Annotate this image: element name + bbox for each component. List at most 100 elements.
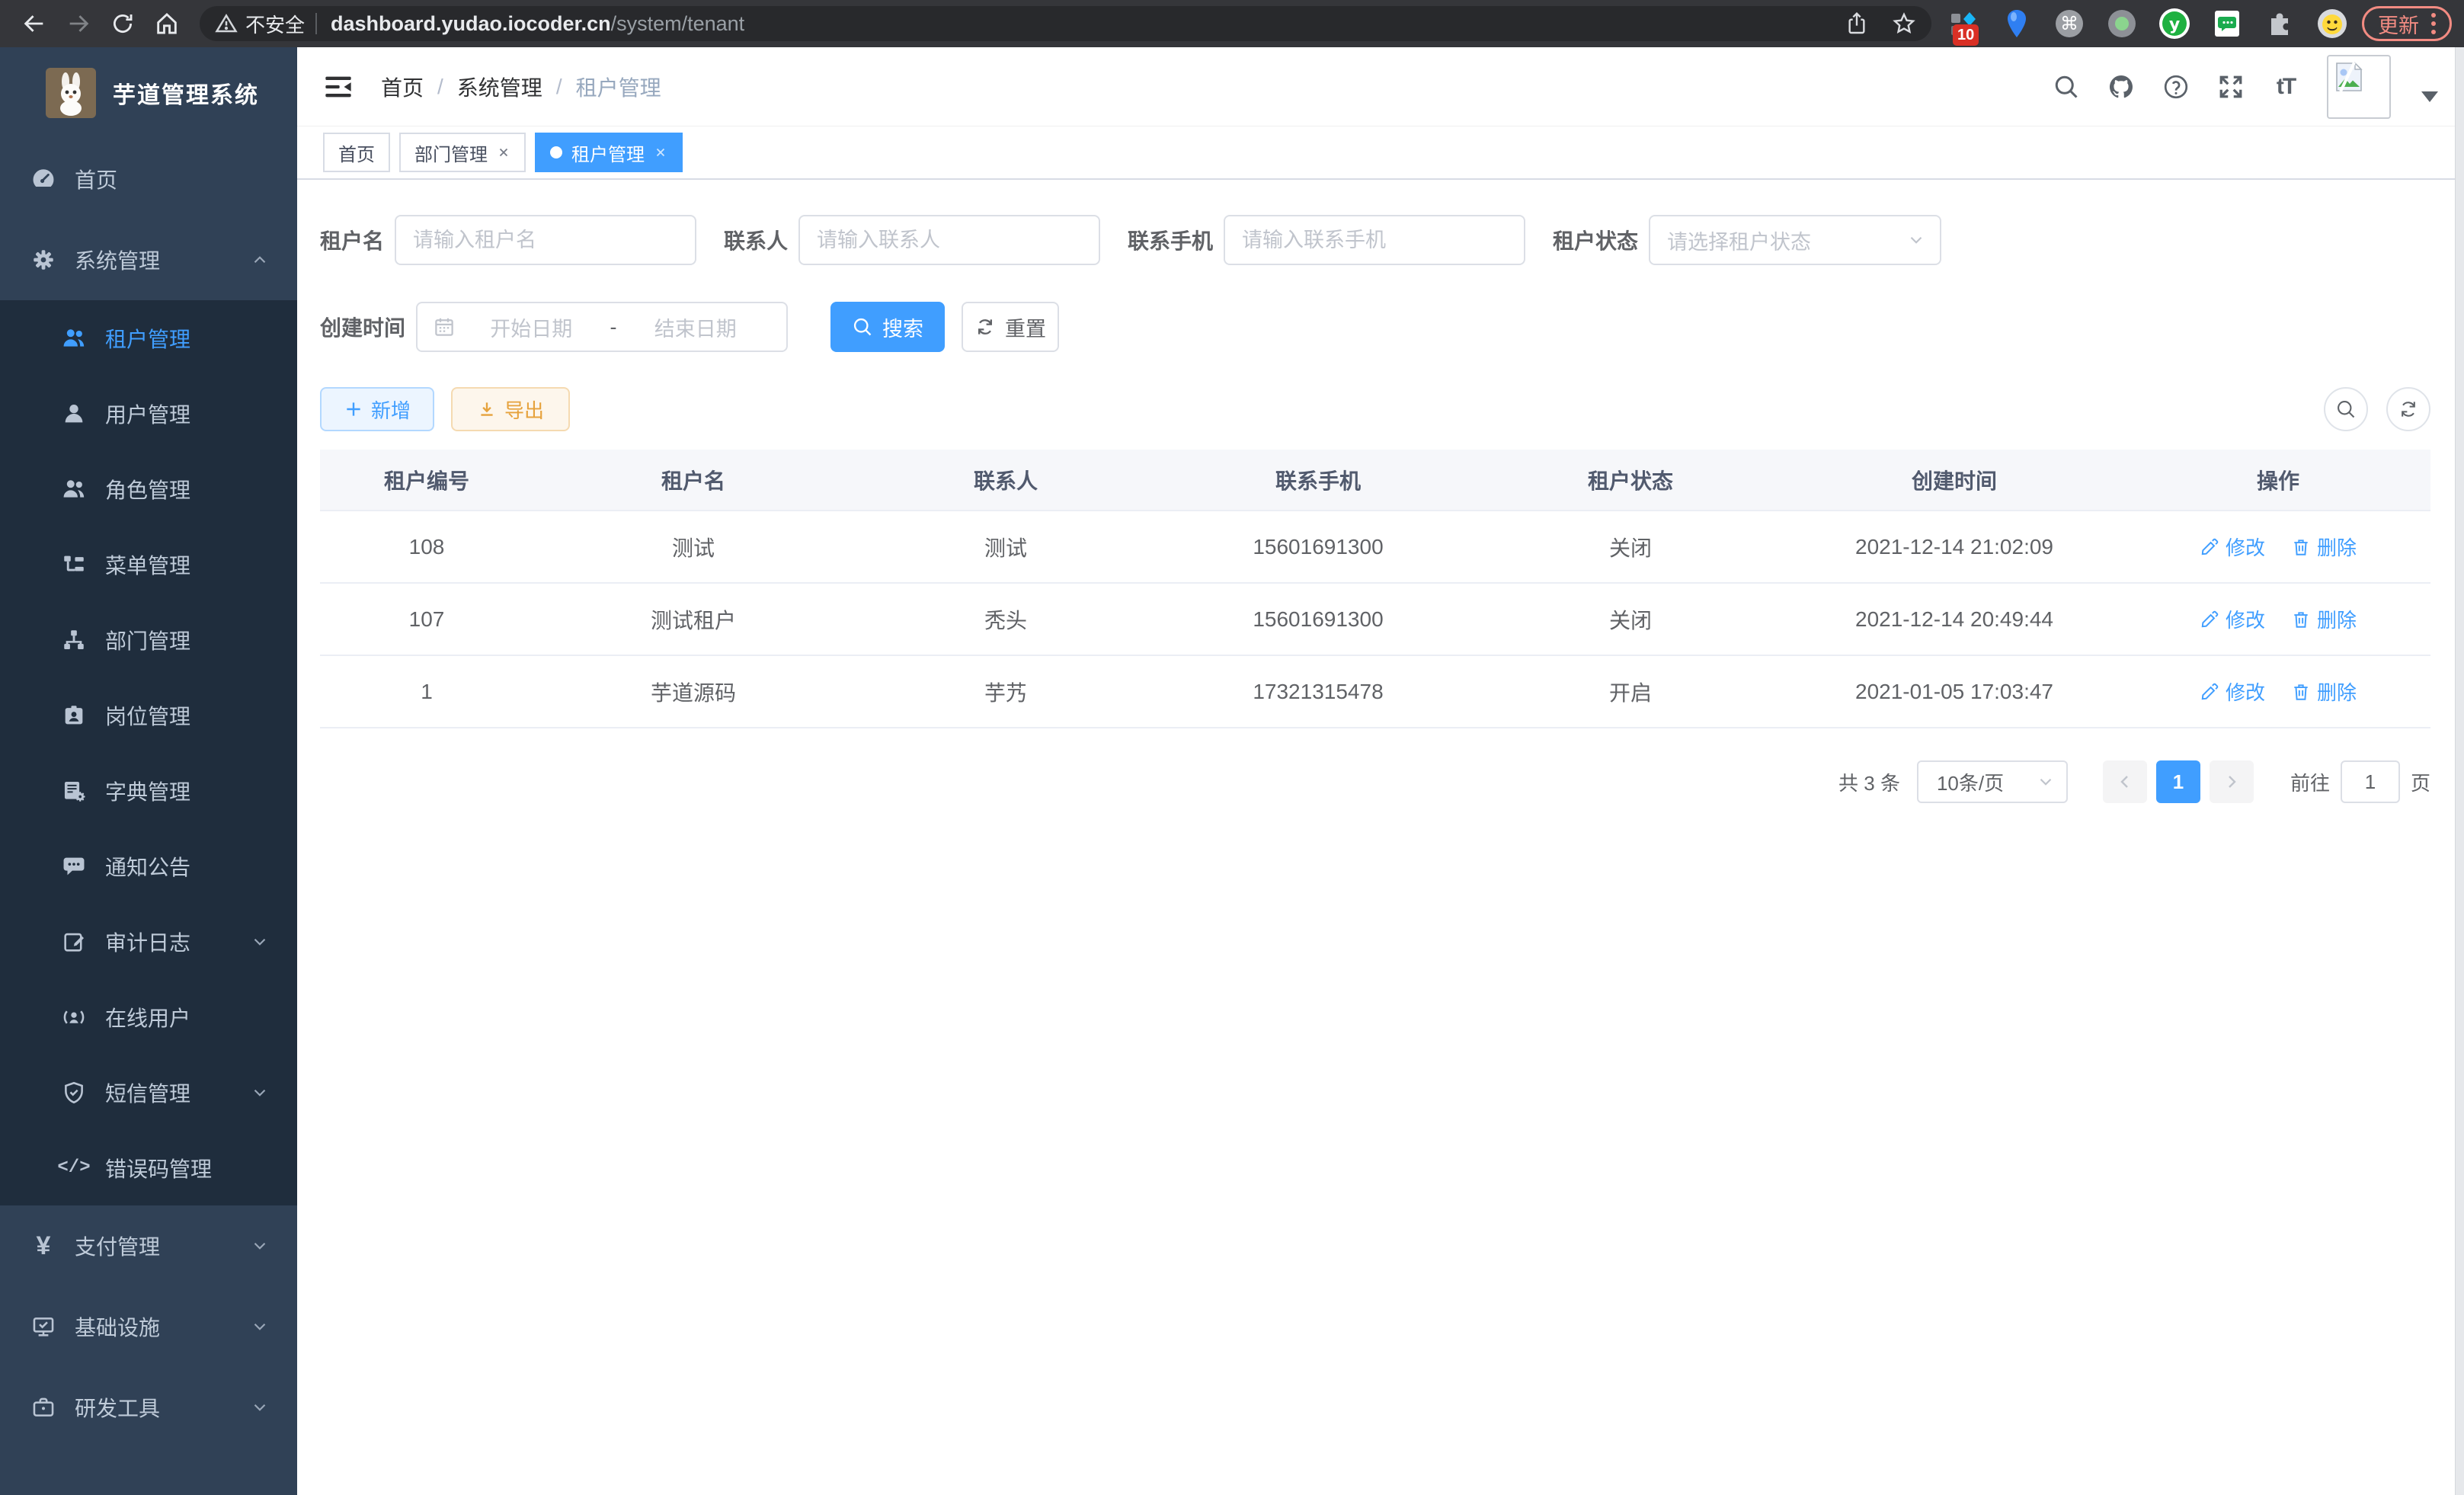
user-avatar[interactable] [2327, 55, 2391, 119]
sidebar-item-audit-log[interactable]: 审计日志 [0, 904, 297, 979]
fullscreen-icon[interactable] [2217, 73, 2245, 101]
sidebar-item-dict[interactable]: 字典管理 [0, 753, 297, 828]
bookmark-star-icon[interactable] [1892, 11, 1916, 36]
breadcrumb-system[interactable]: 系统管理 [457, 72, 542, 102]
tab-label: 部门管理 [414, 139, 488, 166]
col-tenant-id: 租户编号 [320, 450, 533, 511]
date-range-picker[interactable]: 开始日期 - 结束日期 [416, 302, 788, 352]
sidebar-item-label: 在线用户 [105, 1002, 270, 1032]
sidebar-item-pay[interactable]: ¥ 支付管理 [0, 1205, 297, 1286]
add-button[interactable]: 新增 [320, 387, 434, 431]
extension-icon-5[interactable]: y [2158, 8, 2190, 40]
edit-link[interactable]: 修改 [2200, 605, 2265, 633]
table-refresh-button[interactable] [2386, 387, 2430, 431]
extension-icon-3[interactable]: ⌘ [2053, 8, 2085, 40]
chevron-down-icon [250, 932, 270, 952]
chevron-down-icon [250, 1083, 270, 1103]
sidebar-item-sms[interactable]: 短信管理 [0, 1055, 297, 1130]
goto-page-input[interactable] [2341, 760, 2400, 803]
browser-home-button[interactable] [145, 0, 189, 47]
phone-input[interactable] [1224, 215, 1525, 265]
page-number-1[interactable]: 1 [2156, 760, 2200, 803]
extension-icon-6[interactable] [2211, 8, 2243, 40]
sidebar-item-tenant[interactable]: 租户管理 [0, 300, 297, 376]
top-navbar: 首页 / 系统管理 / 租户管理 tT [297, 47, 2464, 126]
browser-reload-button[interactable] [101, 0, 145, 47]
sidebar-item-dept[interactable]: 部门管理 [0, 602, 297, 677]
font-size-icon[interactable]: tT [2272, 73, 2299, 101]
export-button[interactable]: 导出 [451, 387, 570, 431]
tab-dept[interactable]: 部门管理 [399, 133, 526, 172]
search-button[interactable]: 搜索 [830, 302, 945, 352]
next-page-button[interactable] [2210, 760, 2254, 803]
url-path[interactable]: /system/tenant [611, 12, 745, 36]
sidebar-item-error-code[interactable]: </> 错误码管理 [0, 1130, 297, 1205]
extension-icon-4[interactable] [2106, 8, 2138, 40]
avatar-dropdown-caret-icon[interactable] [2421, 91, 2438, 102]
tenant-name-input[interactable] [395, 215, 696, 265]
tab-home[interactable]: 首页 [323, 133, 390, 172]
sidebar-item-infra[interactable]: 基础设施 [0, 1286, 297, 1367]
tab-label: 首页 [338, 139, 375, 166]
sidebar-item-notice[interactable]: 通知公告 [0, 828, 297, 904]
chevron-left-icon [2116, 773, 2134, 791]
github-icon[interactable] [2107, 73, 2135, 101]
table-row: 107 测试租户 秃头 15601691300 关闭 2021-12-14 20… [320, 583, 2430, 655]
sidebar-item-dev-tools[interactable]: 研发工具 [0, 1367, 297, 1448]
reset-button[interactable]: 重置 [962, 302, 1059, 352]
sidebar-item-label: 首页 [75, 164, 270, 194]
end-date-placeholder: 结束日期 [620, 312, 772, 342]
help-icon[interactable] [2162, 73, 2190, 101]
puzzle-extensions-icon[interactable] [2264, 8, 2296, 40]
sidebar-item-label: 基础设施 [75, 1311, 250, 1342]
sidebar-item-online-users[interactable]: 在线用户 [0, 979, 297, 1055]
pen-icon [2200, 610, 2219, 629]
share-icon[interactable] [1845, 11, 1869, 36]
sidebar-item-label: 角色管理 [105, 474, 270, 504]
app-logo-row[interactable]: 芋道管理系统 [0, 47, 297, 139]
sidebar-collapse-icon[interactable] [323, 72, 354, 102]
sidebar-item-system[interactable]: 系统管理 [0, 219, 297, 300]
close-icon[interactable] [497, 146, 510, 159]
close-icon[interactable] [654, 146, 667, 159]
security-label[interactable]: 不安全 [245, 10, 305, 38]
prev-page-button[interactable] [2103, 760, 2147, 803]
page-size-select[interactable]: 10条/页 [1917, 760, 2068, 803]
chat-bubble-icon [61, 853, 87, 879]
url-host[interactable]: dashboard.yudao.iocoder.cn [331, 12, 611, 36]
contact-input[interactable] [798, 215, 1100, 265]
monitor-icon [30, 1314, 56, 1340]
contact-label: 联系人 [724, 225, 788, 255]
status-select[interactable]: 请选择租户状态 [1649, 215, 1941, 265]
edit-link[interactable]: 修改 [2200, 677, 2265, 706]
gear-icon [30, 247, 56, 273]
table-row: 108 测试 测试 15601691300 关闭 2021-12-14 21:0… [320, 511, 2430, 583]
extension-icon-1[interactable]: 10 [1948, 8, 1980, 40]
pen-icon [2200, 682, 2219, 702]
browser-forward-button[interactable] [56, 0, 101, 47]
edit-link[interactable]: 修改 [2200, 533, 2265, 561]
sidebar-item-label: 错误码管理 [105, 1153, 270, 1183]
sidebar-item-label: 短信管理 [105, 1077, 250, 1108]
sidebar-item-user[interactable]: 用户管理 [0, 376, 297, 451]
browser-back-button[interactable] [12, 0, 56, 47]
header-search-icon[interactable] [2053, 73, 2080, 101]
address-bar[interactable]: 不安全 dashboard.yudao.iocoder.cn /system/t… [200, 6, 1931, 41]
browser-menu-icon[interactable] [2431, 13, 2436, 34]
sidebar-item-menu[interactable]: 菜单管理 [0, 527, 297, 602]
tab-tenant[interactable]: 租户管理 [535, 133, 683, 172]
browser-update-button[interactable]: 更新 [2362, 6, 2452, 41]
sidebar: 芋道管理系统 首页 系统管理 租户管理 用户管理 [0, 47, 297, 1495]
sidebar-item-post[interactable]: 岗位管理 [0, 677, 297, 753]
table-search-toggle-button[interactable] [2324, 387, 2368, 431]
page-scrollbar[interactable] [2455, 47, 2464, 1495]
delete-link[interactable]: 删除 [2291, 605, 2357, 633]
extension-icon-2[interactable] [2001, 8, 2033, 40]
sidebar-item-home[interactable]: 首页 [0, 139, 297, 219]
chevron-down-icon [250, 1236, 270, 1256]
delete-link[interactable]: 删除 [2291, 677, 2357, 706]
delete-link[interactable]: 删除 [2291, 533, 2357, 561]
breadcrumb-home[interactable]: 首页 [381, 72, 424, 102]
profile-avatar-icon[interactable] [2316, 8, 2348, 40]
sidebar-item-role[interactable]: 角色管理 [0, 451, 297, 527]
